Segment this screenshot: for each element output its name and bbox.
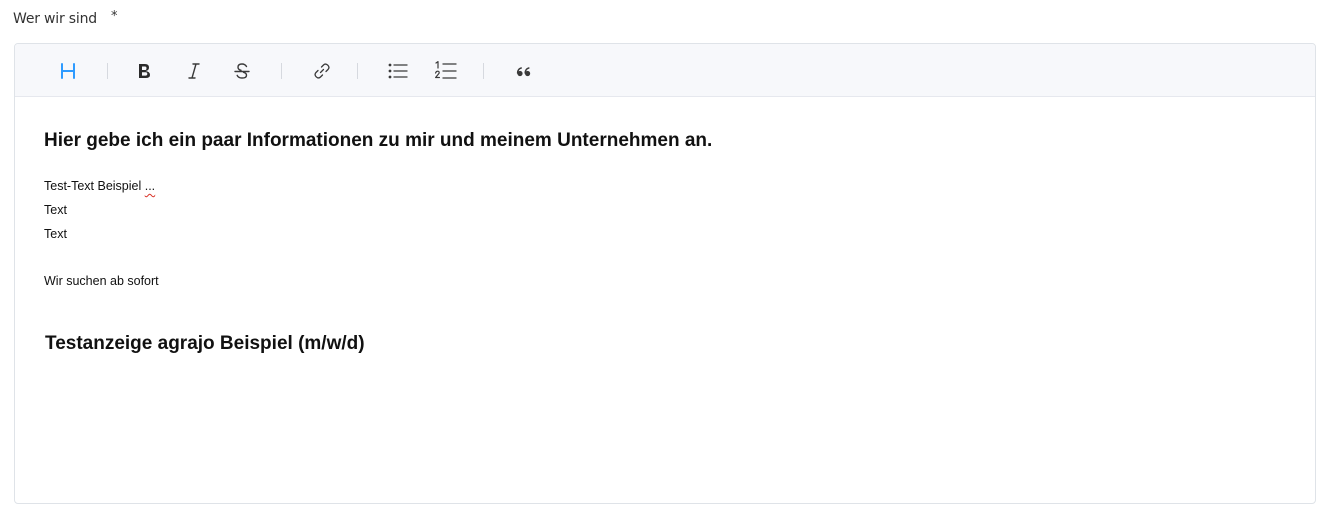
required-marker: * (110, 8, 118, 24)
field-label-row: Wer wir sind * (13, 9, 117, 29)
quote-icon (516, 67, 531, 77)
italic-button[interactable] (181, 58, 207, 84)
bullet-list-button[interactable] (385, 58, 411, 84)
content-subheading: Testanzeige agrajo Beispiel (m/w/d) (45, 333, 365, 354)
editor-toolbar (15, 44, 1315, 97)
content-line-1-text: Test-Text Beispiel (44, 179, 145, 193)
link-button[interactable] (309, 58, 335, 84)
spellcheck-error: ... (144, 179, 156, 193)
heading-button[interactable] (55, 58, 81, 84)
content-line-1: Test-Text Beispiel ... (44, 179, 155, 193)
content-line-4: Wir suchen ab sofort (44, 274, 159, 288)
toolbar-separator (107, 63, 108, 79)
strikethrough-icon (234, 63, 250, 79)
bullet-list-icon (388, 63, 408, 79)
field-label: Wer wir sind (13, 11, 97, 27)
bold-button[interactable] (131, 58, 157, 84)
toolbar-separator (357, 63, 358, 79)
numbered-list-button[interactable] (433, 58, 459, 84)
toolbar-separator (281, 63, 282, 79)
content-heading: Hier gebe ich ein paar Informationen zu … (44, 130, 713, 151)
editor-content-area[interactable]: Hier gebe ich ein paar Informationen zu … (15, 97, 1315, 503)
content-line-3: Text (44, 227, 67, 241)
quote-button[interactable] (511, 58, 537, 84)
strikethrough-button[interactable] (229, 58, 255, 84)
toolbar-separator (483, 63, 484, 79)
bold-icon (139, 64, 150, 78)
heading-icon (61, 63, 75, 79)
content-line-2: Text (44, 203, 67, 217)
link-icon (314, 63, 330, 79)
rich-text-editor[interactable]: Hier gebe ich ein paar Informationen zu … (14, 43, 1316, 504)
numbered-list-icon (435, 61, 457, 79)
italic-icon (188, 63, 200, 79)
